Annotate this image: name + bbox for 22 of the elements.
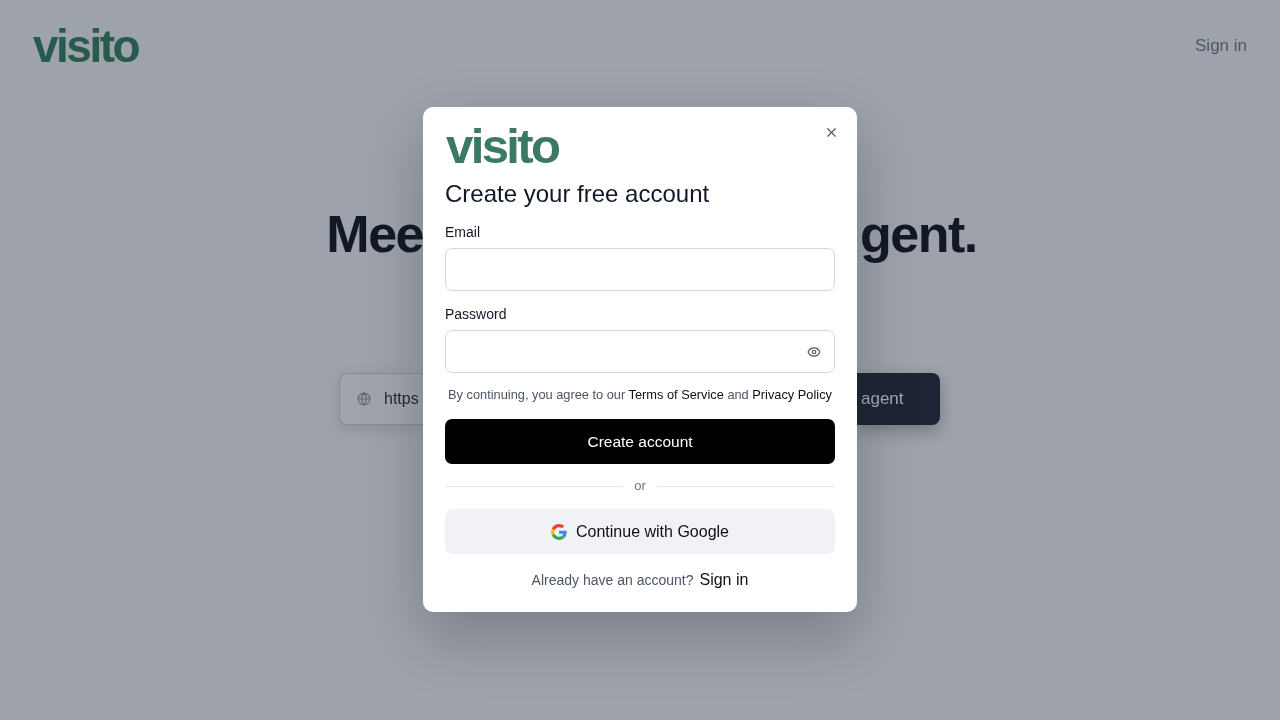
create-account-button[interactable]: Create account [445, 419, 835, 464]
field-label: Password [445, 305, 508, 324]
sign-in-prompt: Already have an account? [531, 571, 694, 590]
google-sign-in-button[interactable]: Continue with Google [445, 509, 835, 554]
eye-icon[interactable] [807, 344, 821, 359]
headline-fragment: gent. [860, 204, 977, 265]
logo: visito [446, 121, 559, 171]
headline-fragment: Mee [326, 204, 423, 265]
divider-label: or [634, 477, 646, 495]
globe-icon [357, 392, 371, 406]
url-field[interactable]: https [339, 373, 423, 425]
agent-button[interactable]: agent [857, 373, 940, 425]
field-label: Email [445, 223, 481, 242]
password-field[interactable] [445, 330, 835, 373]
terms-notice: By continuing, you agree to our Terms of Service and Privacy Policy [447, 386, 833, 404]
google-g-icon [551, 523, 567, 540]
sign-in-link[interactable]: Sign in [699, 569, 749, 591]
email-field[interactable] [445, 248, 835, 291]
terms-link[interactable]: Terms of Service [628, 387, 724, 402]
dialog-title: Create your free account [445, 179, 711, 209]
logo: visito [33, 23, 139, 69]
terms-link[interactable]: Privacy Policy [752, 387, 832, 402]
